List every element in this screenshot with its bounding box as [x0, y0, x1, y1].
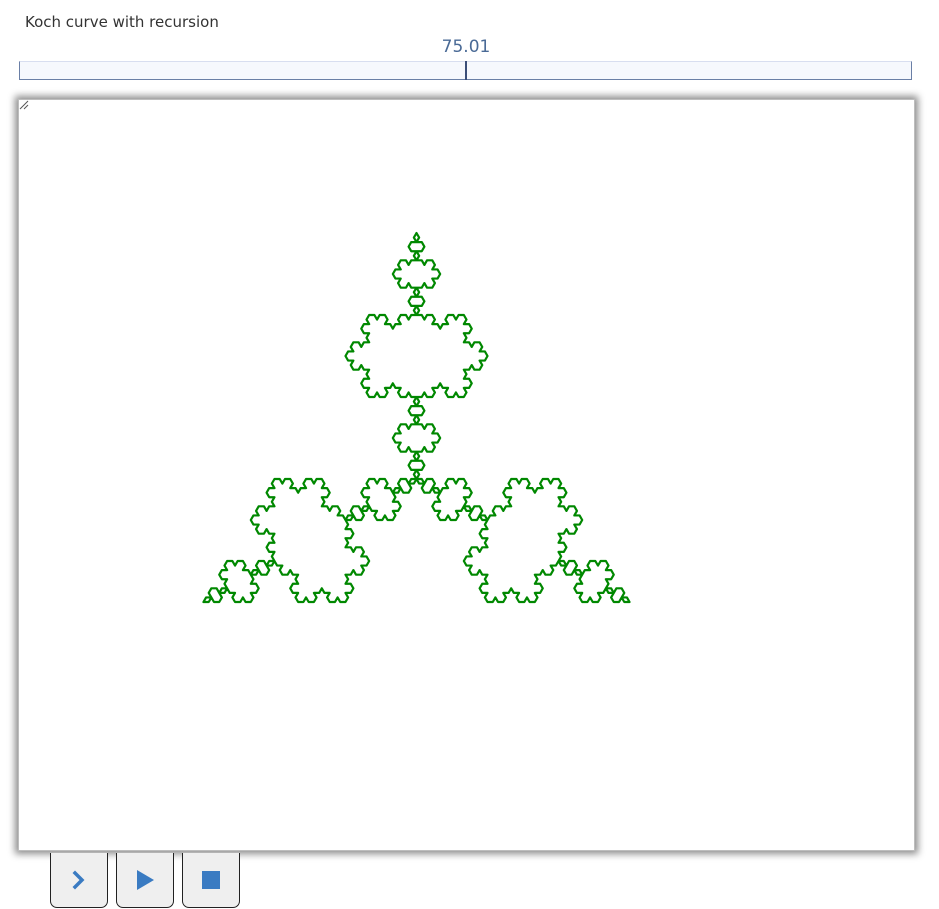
koch-snowflake-drawing	[202, 231, 631, 604]
step-button[interactable]	[50, 853, 108, 908]
chevron-right-icon	[72, 870, 85, 890]
play-button[interactable]	[116, 853, 174, 908]
stop-icon	[202, 871, 220, 889]
resize-handle-icon[interactable]	[19, 100, 29, 110]
page-title: Koch curve with recursion	[25, 13, 219, 31]
playback-controls	[50, 853, 240, 908]
drawing-canvas[interactable]	[18, 99, 915, 851]
slider-value-label: 75.01	[441, 37, 491, 57]
koch-snowflake-curve	[202, 231, 631, 604]
stop-button[interactable]	[182, 853, 240, 908]
slider-handle[interactable]	[465, 61, 467, 80]
play-icon	[137, 870, 154, 890]
page: Koch curve with recursion 75.01	[0, 0, 939, 909]
